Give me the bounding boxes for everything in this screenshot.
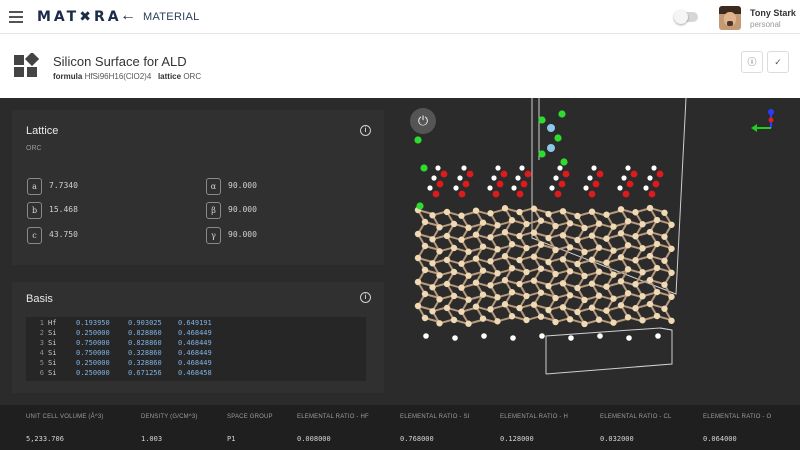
formula-value: HfSi96H16(ClO2)4 bbox=[84, 72, 152, 81]
user-name[interactable]: Tony Stark bbox=[750, 8, 796, 18]
basis-info-icon[interactable]: i bbox=[360, 292, 371, 303]
material-title: Silicon Surface for ALD bbox=[53, 54, 187, 69]
power-toggle-icon[interactable]: ⏻ bbox=[410, 108, 436, 134]
lattice-label: lattice bbox=[157, 72, 182, 81]
basis-editor[interactable]: 1 Hf 0.193950 0.903025 0.649191 2 Si 0.25000… bbox=[26, 317, 366, 381]
lattice-type: ORC bbox=[26, 145, 42, 152]
theme-toggle[interactable] bbox=[674, 10, 698, 24]
basis-card: Basis i 1 Hf 0.193950 0.903025 0.649191 2 Si… bbox=[12, 282, 384, 450]
param-symbol: γ bbox=[206, 227, 221, 244]
param-value: 90.000 bbox=[228, 181, 257, 190]
param-symbol: a bbox=[27, 178, 42, 195]
param-value: 43.750 bbox=[49, 230, 78, 239]
top-app-bar: MAT✖RA ← MATERIAL Tony Stark personal bbox=[0, 0, 800, 34]
param-value: 90.000 bbox=[228, 230, 257, 239]
lattice-card-title: Lattice bbox=[26, 125, 59, 137]
crystal-structure-render[interactable] bbox=[396, 97, 800, 405]
basis-row: 2 Si 0.250000 0.828860 0.468449 bbox=[39, 329, 212, 337]
axes-gizmo-icon bbox=[751, 109, 774, 132]
confirm-button[interactable]: ✓ bbox=[767, 51, 789, 73]
param-value: 15.468 bbox=[49, 205, 78, 214]
left-panel: Lattice i ORC a 7.7340 b 15.468 c 43.750… bbox=[12, 110, 384, 450]
app-logo[interactable]: MAT✖RA bbox=[37, 9, 122, 25]
basis-row: 1 Hf 0.193950 0.903025 0.649191 bbox=[39, 319, 212, 327]
param-symbol: α bbox=[206, 178, 221, 195]
param-value: 7.7340 bbox=[49, 181, 78, 190]
param-symbol: c bbox=[27, 227, 42, 244]
lattice-value: ORC bbox=[183, 72, 202, 81]
material-summary: formula HfSi96H16(ClO2)4 lattice ORC bbox=[53, 72, 201, 81]
section-title: MATERIAL bbox=[143, 11, 200, 23]
basis-card-title: Basis bbox=[26, 293, 53, 305]
param-value: 90.000 bbox=[228, 205, 257, 214]
formula-label: formula bbox=[53, 72, 83, 81]
info-button[interactable]: ⓘ bbox=[741, 51, 763, 73]
basis-row: 6 Si 0.250000 0.671256 0.468458 bbox=[39, 369, 212, 377]
workspace: Lattice i ORC a 7.7340 b 15.468 c 43.750… bbox=[0, 97, 800, 450]
avatar[interactable] bbox=[719, 6, 741, 30]
structure-viewer-3d[interactable]: ⏻ bbox=[396, 97, 800, 405]
basis-row: 5 Si 0.250000 0.328860 0.468449 bbox=[39, 359, 212, 367]
back-arrow-icon[interactable]: ← bbox=[120, 7, 136, 25]
basis-row: 3 Si 0.750000 0.828860 0.468449 bbox=[39, 339, 212, 347]
toggle-knob bbox=[674, 10, 688, 24]
basis-row: 4 Si 0.750000 0.328860 0.468449 bbox=[39, 349, 212, 357]
lattice-info-icon[interactable]: i bbox=[360, 125, 371, 136]
lattice-card: Lattice i ORC a 7.7340 b 15.468 c 43.750… bbox=[12, 110, 384, 265]
param-symbol: b bbox=[27, 202, 42, 219]
user-account-type: personal bbox=[750, 20, 781, 29]
hamburger-menu-icon[interactable] bbox=[9, 11, 23, 23]
material-cubes-icon bbox=[14, 53, 39, 77]
material-properties-bar: UNIT CELL VOLUME (Å^3) 5,233.706 DENSITY … bbox=[0, 405, 800, 450]
material-header: Silicon Surface for ALD formula HfSi96H1… bbox=[0, 35, 800, 98]
param-symbol: β bbox=[206, 202, 221, 219]
